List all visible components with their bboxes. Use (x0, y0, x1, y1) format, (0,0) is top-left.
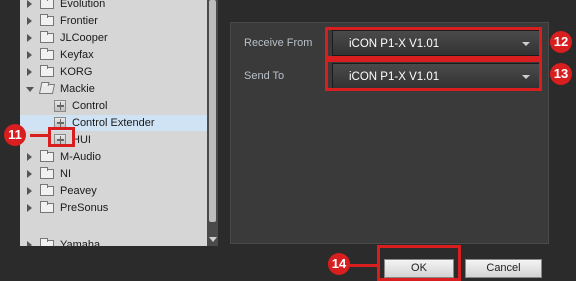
callout-connector-11 (30, 134, 48, 137)
scrollbar-thumb[interactable] (209, 0, 216, 222)
tree-item-jlcooper[interactable]: JLCooper (20, 30, 207, 46)
tree-item-korg[interactable]: KORG (20, 64, 207, 80)
callout-connector-14 (349, 264, 377, 267)
receive-from-label: Receive From (244, 37, 313, 49)
expand-arrow-icon[interactable] (27, 153, 32, 161)
folder-icon (40, 14, 54, 26)
callout-badge-11: 11 (4, 124, 26, 146)
folder-icon (40, 167, 54, 179)
tree-item-evolution[interactable]: Evolution (20, 0, 207, 12)
tree-item-frontier[interactable]: Frontier (20, 13, 207, 29)
folder-icon (40, 0, 54, 9)
tree-item-ni[interactable]: NI (20, 166, 207, 182)
tree-item-keyfax[interactable]: Keyfax (20, 47, 207, 63)
tree-item-yamaha[interactable]: Yamaha (20, 237, 207, 246)
device-tree[interactable]: Evolution Frontier JLCooper Keyfax KORG … (20, 0, 207, 246)
callout-badge-12: 12 (550, 31, 572, 53)
scroll-down-arrow-icon[interactable] (209, 237, 217, 242)
tree-item-m-audio[interactable]: M-Audio (20, 149, 207, 165)
folder-icon (40, 48, 54, 60)
cancel-button[interactable]: Cancel (465, 259, 542, 278)
tree-item-peavey[interactable]: Peavey (20, 183, 207, 199)
callout-highlight-13 (325, 59, 542, 91)
callout-badge-14: 14 (328, 253, 350, 275)
expand-arrow-icon[interactable] (27, 0, 32, 8)
callout-badge-13: 13 (550, 63, 572, 85)
tree-item-control[interactable]: Control (20, 98, 207, 114)
expand-arrow-icon[interactable] (27, 204, 32, 212)
expand-arrow-icon[interactable] (27, 170, 32, 178)
tree-item-mackie[interactable]: Mackie (20, 81, 207, 97)
collapse-arrow-icon[interactable] (26, 87, 34, 92)
folder-icon (40, 184, 54, 196)
folder-icon (40, 31, 54, 43)
expand-arrow-icon[interactable] (27, 187, 32, 195)
expand-arrow-icon[interactable] (27, 17, 32, 25)
tree-item-presonus[interactable]: PreSonus (20, 200, 207, 216)
folder-icon (40, 65, 54, 77)
expand-arrow-icon[interactable] (27, 51, 32, 59)
callout-highlight-12 (325, 27, 542, 59)
expand-arrow-icon[interactable] (27, 68, 32, 76)
send-to-label: Send To (244, 70, 285, 82)
folder-icon (40, 150, 54, 162)
folder-icon (40, 201, 54, 213)
callout-highlight-11 (48, 127, 75, 147)
expand-arrow-icon[interactable] (27, 34, 32, 42)
tree-scrollbar[interactable] (207, 0, 218, 246)
control-surface-icon (54, 100, 66, 112)
open-folder-icon (38, 84, 56, 94)
callout-highlight-14 (377, 245, 461, 281)
